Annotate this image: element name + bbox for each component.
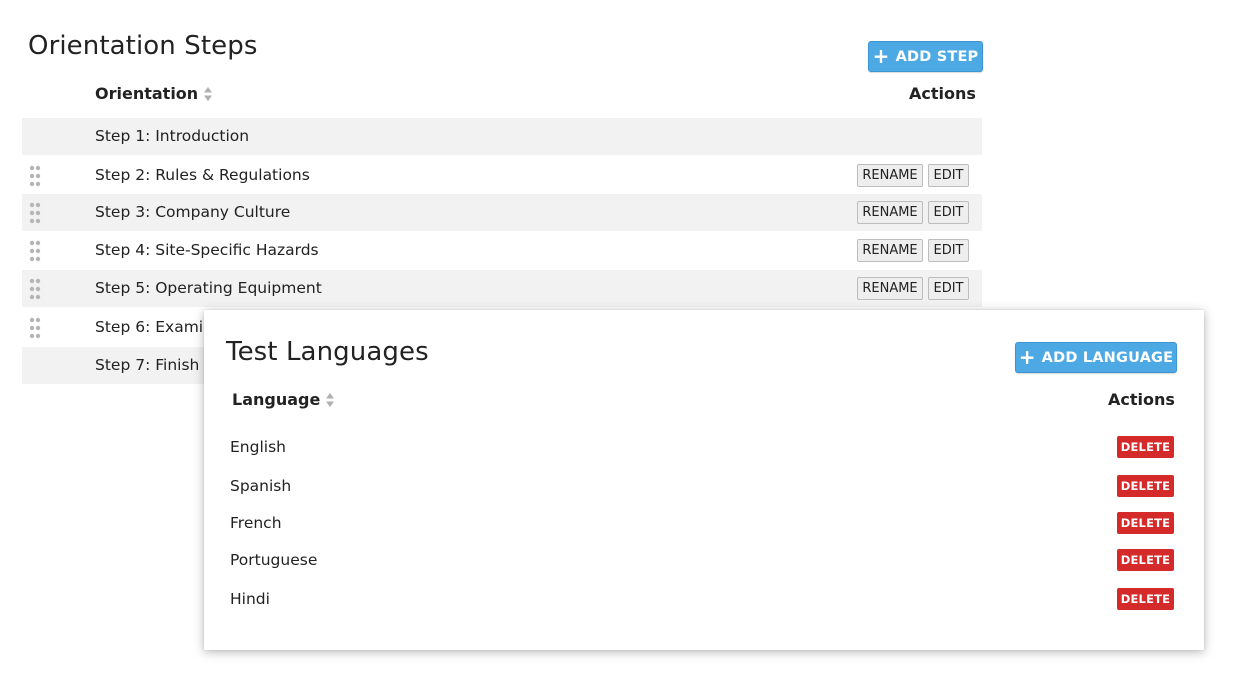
edit-button[interactable]: EDIT <box>928 239 969 262</box>
column-header-orientation[interactable]: Orientation <box>95 84 213 103</box>
delete-button[interactable]: DELETE <box>1117 588 1174 610</box>
table-row: Step 5: Operating Equipment RENAME EDIT <box>22 270 982 307</box>
add-language-button[interactable]: + ADD LANGUAGE <box>1015 342 1177 373</box>
list-item: Spanish DELETE <box>204 469 1204 506</box>
drag-handle-icon[interactable] <box>29 202 41 224</box>
add-language-label: ADD LANGUAGE <box>1041 349 1174 366</box>
table-row: Step 1: Introduction <box>22 118 982 155</box>
sort-icon[interactable] <box>325 392 335 408</box>
step-label: Step 1: Introduction <box>95 127 250 145</box>
test-languages-card: Test Languages + ADD LANGUAGE Language A… <box>204 310 1204 650</box>
edit-button[interactable]: EDIT <box>928 164 969 187</box>
drag-handle-icon[interactable] <box>29 278 41 300</box>
list-item: Hindi DELETE <box>204 582 1204 619</box>
column-header-actions: Actions <box>1108 390 1175 409</box>
list-item: Portuguese DELETE <box>204 543 1204 580</box>
step-label: Step 4: Site-Specific Hazards <box>95 241 319 259</box>
delete-button[interactable]: DELETE <box>1117 512 1174 534</box>
step-label: Step 5: Operating Equipment <box>95 279 322 297</box>
rename-button[interactable]: RENAME <box>857 201 923 224</box>
plus-icon: + <box>1018 344 1036 369</box>
table-row: Step 2: Rules & Regulations RENAME EDIT <box>22 157 982 194</box>
card-title: Test Languages <box>226 337 429 367</box>
delete-button[interactable]: DELETE <box>1117 549 1174 571</box>
step-label: Step 3: Company Culture <box>95 203 291 221</box>
language-label: French <box>230 514 282 532</box>
edit-button[interactable]: EDIT <box>928 201 969 224</box>
step-label: Step 7: Finish <box>95 356 200 374</box>
add-step-label: ADD STEP <box>895 48 979 65</box>
language-label: English <box>230 438 286 456</box>
add-step-button[interactable]: + ADD STEP <box>868 41 983 72</box>
drag-handle-icon[interactable] <box>29 317 41 339</box>
step-label: Step 2: Rules & Regulations <box>95 166 310 184</box>
edit-button[interactable]: EDIT <box>928 277 969 300</box>
list-item: English DELETE <box>204 430 1204 467</box>
drag-handle-icon[interactable] <box>29 165 41 187</box>
delete-button[interactable]: DELETE <box>1117 436 1174 458</box>
column-header-actions: Actions <box>909 84 976 103</box>
rename-button[interactable]: RENAME <box>857 164 923 187</box>
drag-handle-icon[interactable] <box>29 240 41 262</box>
rename-button[interactable]: RENAME <box>857 277 923 300</box>
plus-icon: + <box>872 43 890 68</box>
rename-button[interactable]: RENAME <box>857 239 923 262</box>
table-row: Step 3: Company Culture RENAME EDIT <box>22 194 982 231</box>
language-label: Hindi <box>230 590 270 608</box>
table-row: Step 4: Site-Specific Hazards RENAME EDI… <box>22 232 982 269</box>
language-label: Portuguese <box>230 551 318 569</box>
list-item: French DELETE <box>204 506 1204 543</box>
page-title: Orientation Steps <box>28 31 258 61</box>
sort-icon[interactable] <box>203 86 213 102</box>
column-header-language[interactable]: Language <box>232 390 335 409</box>
language-label: Spanish <box>230 477 292 495</box>
delete-button[interactable]: DELETE <box>1117 475 1174 497</box>
